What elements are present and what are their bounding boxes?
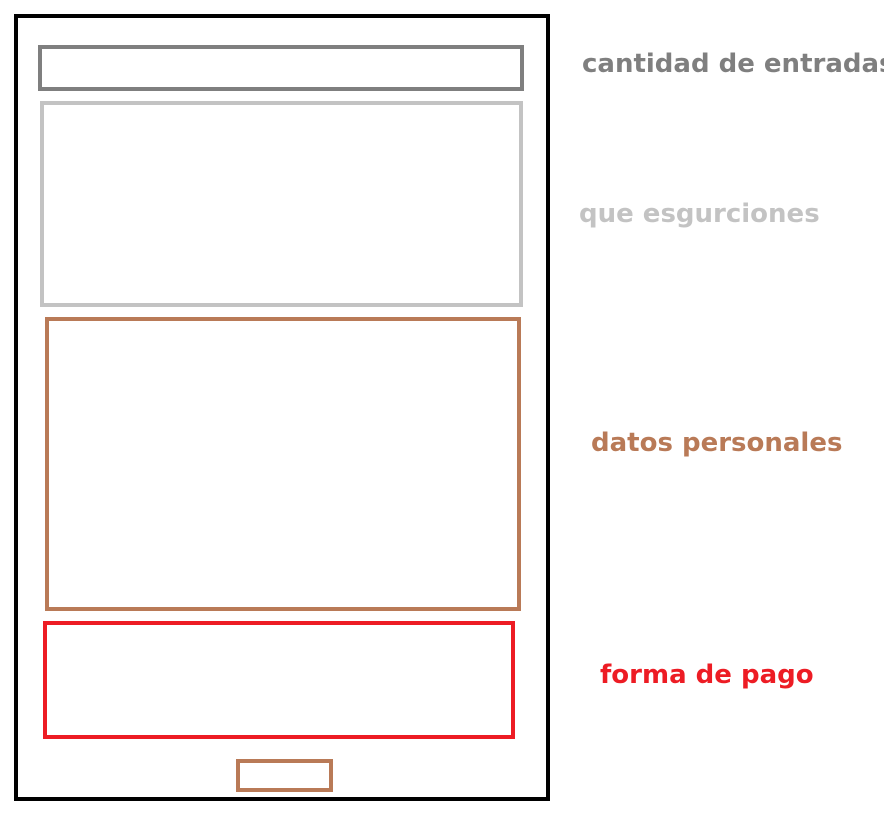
datos-personales-box: [45, 317, 521, 611]
forma-pago-box: [43, 621, 515, 739]
excursiones-box: [40, 101, 523, 307]
submit-button-box: [236, 759, 333, 792]
excursiones-label: que esgurciones: [579, 199, 820, 229]
forma-pago-label: forma de pago: [600, 660, 814, 690]
cantidad-entradas-box: [38, 45, 524, 91]
cantidad-entradas-label: cantidad de entradas: [582, 49, 884, 79]
datos-personales-label: datos personales: [591, 428, 843, 458]
